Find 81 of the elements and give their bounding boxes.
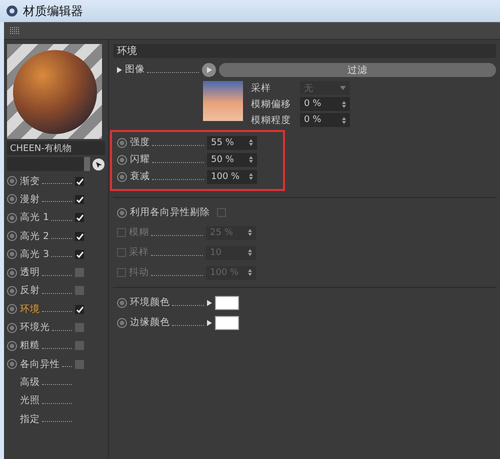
channel-item[interactable]: 高光 3	[20, 248, 50, 261]
radio-icon[interactable]	[7, 194, 17, 204]
field-label: 强度	[130, 136, 150, 149]
channel-checkbox[interactable]	[75, 176, 84, 186]
radio-icon[interactable]	[7, 249, 17, 260]
radio-icon[interactable]	[7, 304, 17, 314]
triangle-right-icon	[117, 66, 122, 72]
radio-icon[interactable]	[7, 176, 17, 186]
field-label: 环境颜色	[130, 296, 170, 309]
channel-item[interactable]: 环境光	[20, 321, 50, 334]
channel-checkbox[interactable]	[75, 360, 84, 369]
spinner-arrows-icon	[249, 156, 253, 163]
filter-button[interactable]: 过滤	[219, 62, 496, 76]
radio-icon[interactable]	[7, 268, 17, 278]
channel-item[interactable]: 透明	[20, 266, 40, 280]
channel-item[interactable]: 各向异性	[20, 358, 60, 371]
app-icon	[6, 5, 18, 17]
radio-icon[interactable]	[7, 212, 17, 223]
checkbox[interactable]	[217, 208, 226, 217]
color-swatch[interactable]	[215, 296, 239, 310]
channel-item[interactable]: 漫射	[20, 192, 40, 206]
channel-checkbox[interactable]	[75, 250, 84, 259]
field-label: 采样	[251, 82, 272, 94]
channel-item[interactable]: 光照	[20, 394, 40, 408]
spinner-arrows-icon	[248, 269, 252, 276]
channel-item[interactable]: 粗糙	[20, 339, 40, 352]
radio-icon[interactable]	[7, 231, 17, 242]
number-field[interactable]: 100 %	[207, 170, 257, 184]
spinner-arrows-icon	[248, 249, 252, 256]
field-label: 衰减	[130, 170, 150, 183]
channel-item[interactable]: 反射	[20, 284, 40, 298]
channel-item[interactable]: 渐变	[20, 174, 40, 188]
caret-down-icon	[340, 86, 346, 90]
channel-checkbox[interactable]	[75, 323, 84, 332]
material-name-field[interactable]: CHEEN-有机物	[7, 141, 105, 155]
channel-checkbox[interactable]	[75, 341, 84, 350]
dropdown-field[interactable]	[7, 157, 90, 171]
section-header: 环境	[113, 44, 496, 58]
texture-thumbnail	[203, 81, 243, 121]
channel-item[interactable]: 环境	[20, 302, 40, 316]
radio-icon[interactable]	[7, 322, 17, 333]
spinner-arrows-icon	[248, 229, 252, 236]
channel-checkbox[interactable]	[75, 232, 84, 241]
radio-icon[interactable]	[7, 286, 17, 296]
dropdown-handle[interactable]	[84, 157, 90, 171]
radio-icon[interactable]	[117, 208, 127, 218]
window-title: 材质编辑器	[23, 2, 83, 20]
field-label: 图像	[125, 63, 145, 76]
play-button[interactable]	[202, 62, 216, 76]
spinner-arrows-icon	[342, 100, 346, 108]
triangle-right-icon	[206, 66, 212, 72]
triangle-right-icon	[207, 320, 212, 326]
field-label: 模糊程度	[251, 114, 292, 126]
channel-item[interactable]: 高光 1	[20, 211, 50, 224]
spinner-arrows-icon	[249, 139, 253, 146]
radio-icon[interactable]	[7, 340, 17, 351]
channel-checkbox[interactable]	[75, 286, 84, 296]
channel-item[interactable]: 高级	[20, 376, 40, 389]
channel-item[interactable]: 高光 2	[20, 230, 50, 243]
field-label: 模糊	[129, 226, 149, 239]
cursor-icon[interactable]	[92, 158, 105, 170]
number-field[interactable]: 50 %	[207, 152, 257, 166]
channel-checkbox[interactable]	[75, 213, 84, 222]
channel-item[interactable]: 指定	[20, 412, 40, 426]
number-field[interactable]: 0 %	[300, 97, 350, 111]
field-label: 利用各向异性剔除	[130, 206, 211, 219]
channel-checkbox[interactable]	[75, 194, 84, 204]
spinner-arrows-icon	[342, 116, 346, 124]
channel-checkbox[interactable]	[75, 268, 84, 278]
number-field[interactable]: 0 %	[300, 113, 350, 127]
spinner-arrows-icon	[249, 173, 253, 180]
field-label: 采样	[129, 246, 149, 259]
color-swatch[interactable]	[215, 316, 239, 330]
field-label: 抖动	[129, 266, 149, 279]
field-label: 闪耀	[130, 153, 150, 166]
field-label: 模糊偏移	[251, 98, 292, 110]
triangle-right-icon	[207, 300, 212, 306]
number-field[interactable]: 55 %	[207, 136, 257, 150]
radio-icon[interactable]	[7, 359, 17, 370]
field-label: 边缘颜色	[130, 316, 170, 329]
channel-checkbox[interactable]	[75, 304, 84, 314]
